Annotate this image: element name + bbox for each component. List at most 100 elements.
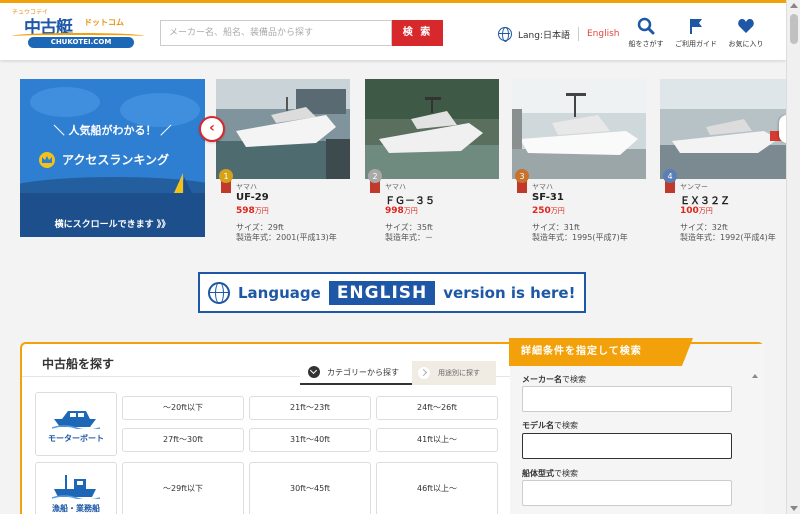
- lang-divider: [577, 27, 579, 41]
- boat-model[interactable]: UF-29: [236, 192, 269, 203]
- panel-title: 中古船を探す: [42, 357, 115, 371]
- category-motorboat[interactable]: モーターボート: [35, 392, 117, 456]
- detail-search-panel: 詳細条件を指定して検索 メーカー名で検索 モデル名で検索 船体型式で検索: [509, 338, 764, 514]
- boat-model[interactable]: SF-31: [532, 192, 564, 203]
- english-version-banner[interactable]: Language ENGLISH version is here!: [198, 272, 586, 313]
- ranking-title: アクセスランキング: [38, 151, 169, 168]
- tab-label: 用途別に探す: [438, 369, 480, 377]
- nav-favorites[interactable]: お気に入り: [718, 17, 774, 49]
- banner-language-text: Language: [238, 283, 321, 302]
- boat-photo[interactable]: [512, 79, 646, 179]
- rank-number: 3: [519, 172, 524, 181]
- panel-scroll-up-icon[interactable]: [752, 374, 758, 378]
- banner-cloud: [30, 87, 100, 117]
- banner-english-highlight: ENGLISH: [328, 280, 436, 305]
- size-option[interactable]: 21ft〜23ft: [249, 396, 371, 420]
- logo-dotcom: ドットコム: [84, 18, 124, 27]
- boat-price: 998万円: [385, 206, 418, 216]
- globe-icon: [208, 281, 230, 304]
- rank-number: 1: [223, 172, 228, 181]
- search-icon: [637, 17, 655, 35]
- search-input[interactable]: [160, 20, 392, 46]
- boat-model[interactable]: ＥＸ３２Ｚ: [680, 192, 730, 207]
- ranking-main-label: アクセスランキング: [62, 153, 170, 167]
- motorboat-icon: [52, 411, 100, 429]
- boat-card[interactable]: 1 ヤマハ UF-29 598万円 サイズ：29ft 製造年式：2001(平成1…: [216, 79, 350, 249]
- rank-badge: 1: [219, 169, 233, 193]
- size-option[interactable]: 27ft〜30ft: [122, 428, 244, 452]
- category-fishing-boat[interactable]: 漁船・業務船: [35, 462, 117, 514]
- boat-price: 100万円: [680, 206, 713, 216]
- maker-input[interactable]: [522, 386, 732, 412]
- boat-photo[interactable]: [216, 79, 350, 179]
- detail-search-title: 詳細条件を指定して検索: [509, 338, 693, 366]
- boat-year: 製造年式：－: [385, 233, 433, 242]
- maker-field-label: メーカー名で検索: [522, 375, 586, 384]
- tab-category[interactable]: カテゴリーから探す: [300, 361, 412, 385]
- size-option[interactable]: 46ft以上〜: [376, 462, 498, 514]
- boat-image: [365, 79, 499, 179]
- model-field-label: モデル名で検索: [522, 421, 578, 430]
- nav-label: お気に入り: [728, 40, 764, 48]
- lang-current[interactable]: Lang:日本語: [518, 28, 570, 41]
- site-header: チュウコテイ 中古艇 ドットコム CHUKOTEI.COM 検 索 Lang:日…: [0, 0, 786, 60]
- boat-maker: ヤマハ: [236, 183, 257, 191]
- scroll-up-icon[interactable]: [790, 3, 798, 8]
- boat-card[interactable]: 3 ヤマハ SF-31 250万円 サイズ：31ft 製造年式：1995(平成7…: [512, 79, 646, 249]
- boat-image: [216, 79, 350, 179]
- size-option[interactable]: 31ft〜40ft: [249, 428, 371, 452]
- rank-number: 2: [372, 172, 377, 181]
- lang-english-link[interactable]: English: [587, 29, 620, 39]
- tab-label: カテゴリーから探す: [327, 367, 399, 377]
- flag-icon: [690, 19, 702, 34]
- hull-type-field-label: 船体型式で検索: [522, 469, 578, 478]
- scroll-hint: 横にスクロールできます 》》: [54, 220, 171, 230]
- size-option[interactable]: 30ft〜45ft: [249, 462, 371, 514]
- boat-card[interactable]: 2 ヤマハ ＦＧ－３５ 998万円 サイズ：35ft 製造年式：－: [365, 79, 499, 249]
- boat-photo[interactable]: [365, 79, 499, 179]
- page-scrollbar[interactable]: [786, 0, 800, 514]
- size-option[interactable]: 〜29ft以下: [122, 462, 244, 514]
- crown-icon: [39, 151, 55, 168]
- rank-number: 4: [667, 172, 672, 181]
- category-label: モーターボート: [48, 434, 104, 443]
- nav-search-boats[interactable]: 船をさがす: [618, 17, 674, 49]
- size-option[interactable]: 〜20ft以下: [122, 396, 244, 420]
- chevron-right-icon: [418, 367, 430, 379]
- boat-maker: ヤマハ: [532, 183, 553, 191]
- logo-url: CHUKOTEI.COM: [28, 37, 134, 48]
- ranking-banner[interactable]: ＼ 人気船がわかる！ ／ アクセスランキング 横にスクロールできます 》》: [20, 79, 205, 237]
- nav-guide[interactable]: ご利用ガイド: [668, 17, 724, 49]
- heart-icon: [738, 19, 754, 33]
- boat-card[interactable]: 4 ヤンマー ＥＸ３２Ｚ 100万円 サイズ：32ft 製造年式：1992(平成…: [660, 79, 794, 249]
- ranking-subtitle: ＼ 人気船がわかる！ ／: [53, 124, 172, 137]
- site-logo[interactable]: チュウコテイ 中古艇 ドットコム CHUKOTEI.COM: [12, 7, 144, 49]
- rank-badge: 4: [663, 169, 677, 193]
- boat-photo[interactable]: [660, 79, 794, 179]
- boat-price: 250万円: [532, 206, 565, 216]
- language-switcher: Lang:日本語 English: [498, 26, 619, 42]
- nav-label: 船をさがす: [628, 40, 664, 48]
- boat-maker: ヤンマー: [680, 183, 708, 191]
- boat-image: [512, 79, 646, 179]
- boat-year: 製造年式：1992(平成4)年: [680, 233, 776, 242]
- search-button[interactable]: 検 索: [392, 20, 443, 46]
- tab-usage[interactable]: 用途別に探す: [412, 361, 496, 385]
- size-option[interactable]: 24ft〜26ft: [376, 396, 498, 420]
- chevron-down-icon: [308, 366, 320, 378]
- size-option[interactable]: 41ft以上〜: [376, 428, 498, 452]
- boat-model[interactable]: ＦＧ－３５: [385, 192, 435, 207]
- rank-badge: 2: [368, 169, 382, 193]
- rank-badge: 3: [515, 169, 529, 193]
- boat-maker: ヤマハ: [385, 183, 406, 191]
- model-input[interactable]: [522, 433, 732, 459]
- fishing-boat-icon: [52, 475, 100, 499]
- scrollbar-thumb[interactable]: [790, 14, 798, 44]
- carousel-prev-button[interactable]: ‹: [199, 116, 225, 142]
- boat-year: 製造年式：1995(平成7)年: [532, 233, 628, 242]
- hull-type-input[interactable]: [522, 480, 732, 506]
- category-label: 漁船・業務船: [52, 504, 100, 513]
- boat-price: 598万円: [236, 206, 269, 216]
- scroll-down-icon[interactable]: [790, 506, 798, 511]
- nav-label: ご利用ガイド: [675, 40, 717, 48]
